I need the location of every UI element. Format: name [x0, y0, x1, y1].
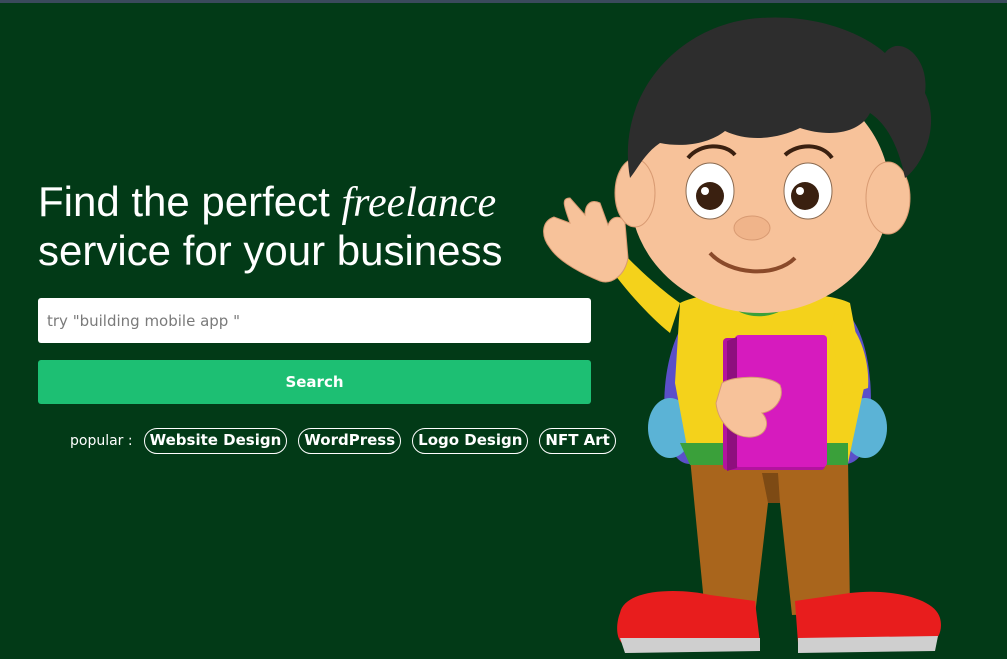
popular-tag-logo-design[interactable]: Logo Design	[412, 428, 529, 454]
search-input[interactable]	[38, 298, 591, 343]
cartoon-boy-with-book-illustration	[543, 17, 941, 653]
headline-line1: Find the perfect	[38, 178, 342, 225]
popular-tag-website-design[interactable]: Website Design	[143, 428, 288, 454]
headline-emphasis: freelance	[341, 180, 497, 226]
search-button[interactable]: Search	[38, 360, 591, 404]
headline-line2: service for your business	[38, 227, 503, 274]
popular-tag-wordpress[interactable]: WordPress	[298, 428, 402, 454]
hero-headline: Find the perfect freelance service for yo…	[38, 178, 598, 274]
popular-label: popular :	[70, 433, 133, 449]
